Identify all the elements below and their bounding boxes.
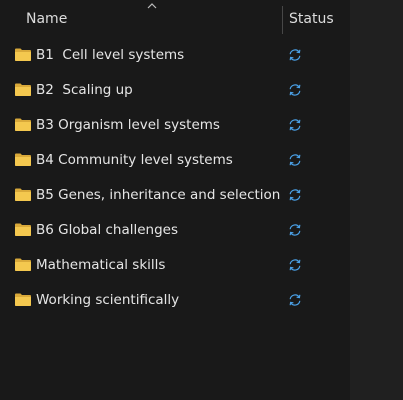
folder-name: Mathematical skills [36,257,166,273]
folder-name: B5 Genes, inheritance and selection [36,187,281,203]
details-pane [350,0,403,400]
folder-icon [15,223,31,236]
list-item[interactable]: Working scientifically [0,283,350,317]
name-column-header[interactable]: Name [26,11,67,27]
column-header: Name Status [0,0,350,38]
column-divider[interactable] [282,6,283,34]
folder-name: B2 Scaling up [36,82,133,98]
sync-icon [289,49,301,61]
folder-icon [15,48,31,61]
sync-icon [289,84,301,96]
list-item[interactable]: B6 Global challenges [0,213,350,247]
folder-name: B3 Organism level systems [36,117,220,133]
list-item[interactable]: Mathematical skills [0,248,350,282]
folder-icon [15,83,31,96]
list-item[interactable]: B3 Organism level systems [0,108,350,142]
sync-icon [289,189,301,201]
chevron-up-icon[interactable] [147,2,157,10]
list-item[interactable]: B2 Scaling up [0,73,350,107]
sync-icon [289,259,301,271]
file-list-pane: Name Status B1 Cell level systems B2 Sca… [0,0,350,400]
folder-name: B4 Community level systems [36,152,233,168]
list-item[interactable]: B4 Community level systems [0,143,350,177]
sync-icon [289,154,301,166]
list-item[interactable]: B1 Cell level systems [0,38,350,72]
sync-icon [289,119,301,131]
folder-name: Working scientifically [36,292,180,308]
sync-icon [289,224,301,236]
folder-icon [15,118,31,131]
folder-icon [15,293,31,306]
list-item[interactable]: B5 Genes, inheritance and selection [0,178,350,212]
folder-icon [15,153,31,166]
folder-icon [15,188,31,201]
status-column-header[interactable]: Status [289,11,334,27]
folder-icon [15,258,31,271]
folder-name: B6 Global challenges [36,222,179,238]
folder-name: B1 Cell level systems [36,47,185,63]
sync-icon [289,294,301,306]
